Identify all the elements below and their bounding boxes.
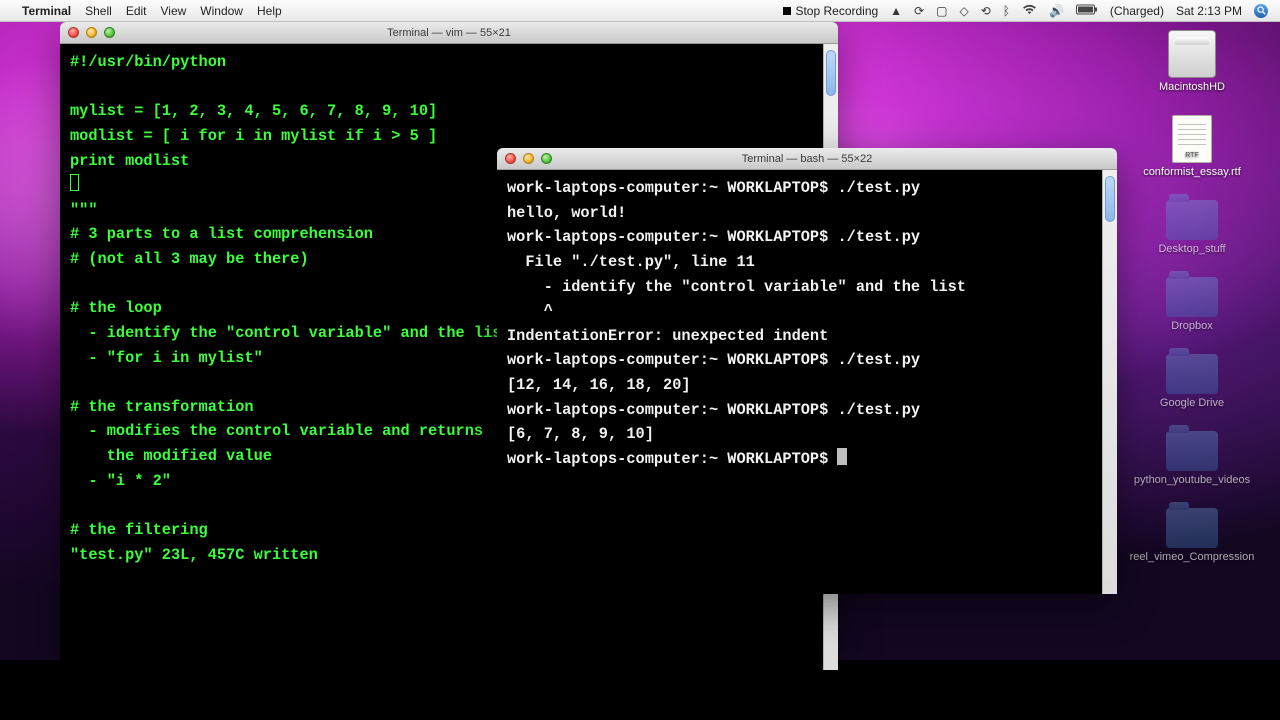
- spotlight-icon[interactable]: [1254, 4, 1268, 18]
- minimize-icon[interactable]: [523, 153, 534, 164]
- menu-clock[interactable]: Sat 2:13 PM: [1176, 4, 1242, 18]
- dropbox-icon[interactable]: ◇: [959, 4, 968, 18]
- folder-icon: [1166, 431, 1218, 471]
- scrollbar[interactable]: [1102, 170, 1117, 594]
- menu-edit[interactable]: Edit: [126, 4, 147, 18]
- desktop-folder[interactable]: python_youtube_videos: [1137, 431, 1247, 486]
- volume-icon[interactable]: 🔊: [1049, 4, 1064, 18]
- menu-bar: Terminal Shell Edit View Window Help Sto…: [0, 0, 1280, 22]
- close-icon[interactable]: [505, 153, 516, 164]
- window-titlebar[interactable]: Terminal — vim — 55×21: [60, 22, 838, 44]
- gdrive-icon[interactable]: ▲: [890, 4, 902, 18]
- window-titlebar[interactable]: Terminal — bash — 55×22: [497, 148, 1117, 170]
- desktop-folder[interactable]: reel_vimeo_Compression: [1137, 508, 1247, 563]
- display-icon[interactable]: ▢: [936, 4, 947, 18]
- rtf-file-icon: [1172, 115, 1212, 163]
- battery-icon[interactable]: [1076, 4, 1098, 18]
- desktop-icon-label: reel_vimeo_Compression: [1130, 551, 1255, 563]
- menu-app-name[interactable]: Terminal: [22, 4, 71, 18]
- desktop-icon-label: Desktop_stuff: [1158, 243, 1225, 255]
- folder-icon: [1166, 277, 1218, 317]
- terminal-window-bash[interactable]: Terminal — bash — 55×22 work-laptops-com…: [497, 148, 1117, 594]
- desktop-icon-label: Google Drive: [1160, 397, 1224, 409]
- desktop-icon-label: MacintoshHD: [1159, 81, 1225, 93]
- folder-icon: [1166, 354, 1218, 394]
- window-title: Terminal — bash — 55×22: [497, 153, 1117, 165]
- timemachine-icon[interactable]: ⟲: [981, 4, 991, 18]
- desktop-folder[interactable]: Desktop_stuff: [1137, 200, 1247, 255]
- battery-text: (Charged): [1110, 4, 1164, 18]
- wifi-icon[interactable]: [1022, 4, 1037, 18]
- harddrive-icon: [1168, 30, 1216, 78]
- folder-icon: [1166, 200, 1218, 240]
- desktop-icon-rtf[interactable]: conformist_essay.rtf: [1137, 115, 1247, 178]
- bluetooth-icon[interactable]: ᛒ: [1003, 4, 1010, 18]
- folder-icon: [1166, 508, 1218, 548]
- desktop-icon-label: Dropbox: [1171, 320, 1213, 332]
- terminal-content[interactable]: work-laptops-computer:~ WORKLAPTOP$ ./te…: [497, 170, 1102, 594]
- menu-help[interactable]: Help: [257, 4, 282, 18]
- desktop-folder[interactable]: Dropbox: [1137, 277, 1247, 332]
- stop-recording-label: Stop Recording: [795, 4, 878, 18]
- stop-recording-menuextra[interactable]: Stop Recording: [783, 4, 878, 18]
- minimize-icon[interactable]: [86, 27, 97, 38]
- zoom-icon[interactable]: [104, 27, 115, 38]
- menu-shell[interactable]: Shell: [85, 4, 112, 18]
- desktop-icon-label: conformist_essay.rtf: [1143, 166, 1241, 178]
- desktop-icon-macintoshhd[interactable]: MacintoshHD: [1137, 30, 1247, 93]
- stop-icon: [783, 7, 791, 15]
- desktop-icons: MacintoshHD conformist_essay.rtf Desktop…: [1112, 30, 1272, 630]
- sync-icon[interactable]: ⟳: [914, 4, 924, 18]
- menu-view[interactable]: View: [161, 4, 187, 18]
- close-icon[interactable]: [68, 27, 79, 38]
- desktop-folder[interactable]: Google Drive: [1137, 354, 1247, 409]
- menu-window[interactable]: Window: [200, 4, 243, 18]
- zoom-icon[interactable]: [541, 153, 552, 164]
- window-title: Terminal — vim — 55×21: [60, 27, 838, 39]
- desktop-icon-label: python_youtube_videos: [1134, 474, 1250, 486]
